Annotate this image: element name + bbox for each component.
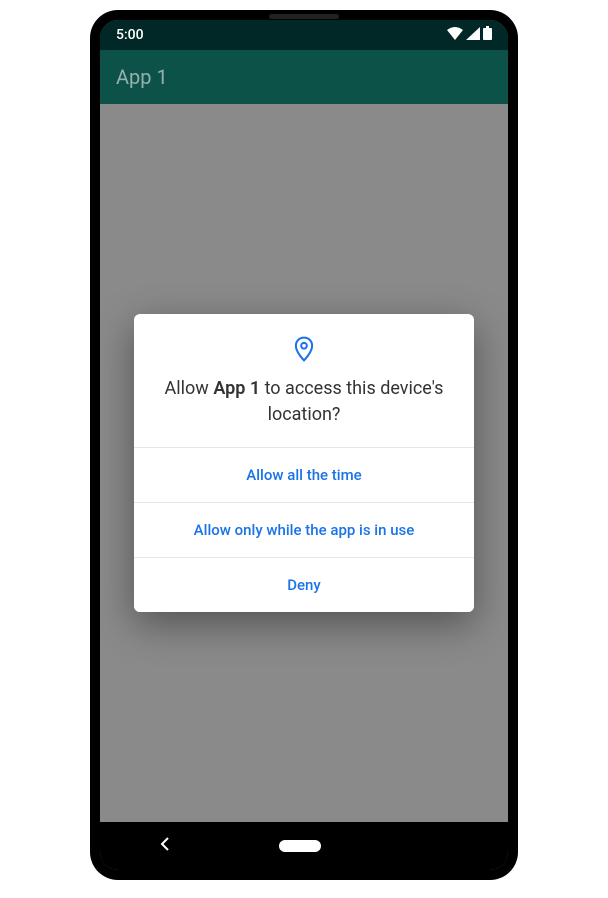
content-area: Allow App 1 to access this device's loca… [100, 104, 508, 822]
status-bar: 5:00 [100, 20, 508, 50]
phone-screen: 5:00 App 1 [100, 20, 508, 870]
dialog-title-prefix: Allow [165, 378, 214, 399]
deny-button[interactable]: Deny [134, 557, 474, 612]
clock: 5:00 [116, 27, 144, 43]
home-button[interactable] [279, 840, 321, 852]
allow-in-use-button[interactable]: Allow only while the app is in use [134, 502, 474, 557]
navigation-bar [100, 822, 508, 870]
signal-icon [466, 27, 480, 44]
phone-frame: 5:00 App 1 [90, 10, 518, 880]
phone-speaker [269, 14, 339, 19]
battery-icon [483, 26, 492, 44]
location-icon [293, 336, 315, 362]
dialog-title-app-name: App 1 [213, 378, 260, 399]
app-bar: App 1 [100, 50, 508, 104]
status-icons [447, 26, 492, 44]
dialog-title: Allow App 1 to access this device's loca… [158, 376, 450, 426]
dialog-title-suffix: to access this device's location? [260, 378, 443, 424]
wifi-icon [447, 27, 463, 44]
back-button[interactable] [160, 836, 170, 857]
allow-always-button[interactable]: Allow all the time [134, 447, 474, 502]
permission-dialog: Allow App 1 to access this device's loca… [134, 314, 474, 611]
dialog-header: Allow App 1 to access this device's loca… [134, 314, 474, 446]
app-title: App 1 [116, 65, 168, 89]
